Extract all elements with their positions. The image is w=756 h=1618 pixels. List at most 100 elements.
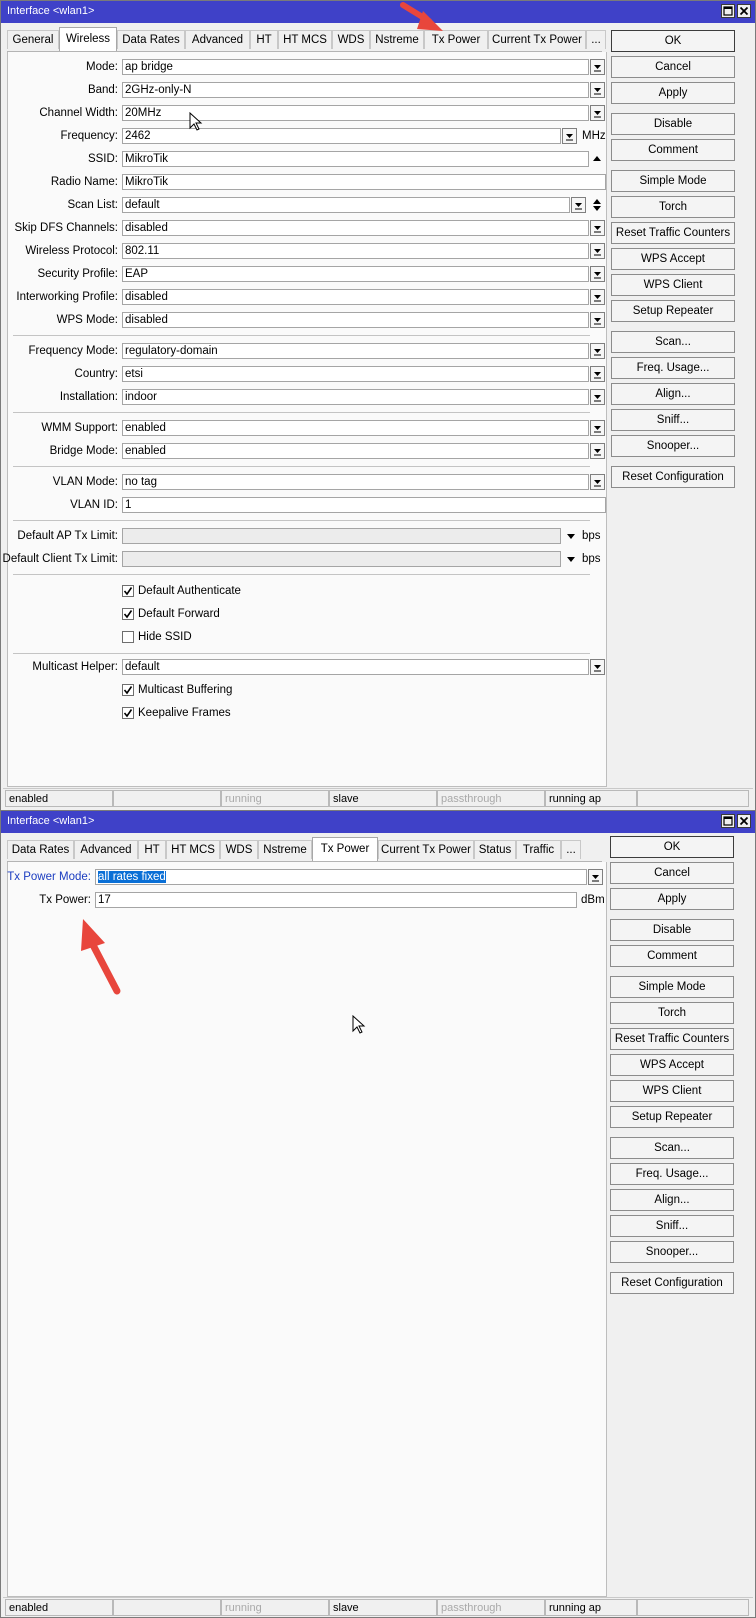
snooper-button[interactable]: Snooper... xyxy=(610,1241,734,1263)
default-authenticate-checkbox[interactable] xyxy=(122,585,134,597)
interworking-profile-select[interactable]: disabled xyxy=(122,289,589,305)
dropdown-arrow-icon[interactable] xyxy=(590,443,605,459)
maximize-icon[interactable] xyxy=(721,4,735,18)
dropdown-arrow-icon[interactable] xyxy=(590,389,605,405)
default-ap-tx-limit-input[interactable] xyxy=(122,528,561,544)
dropdown-arrow-icon[interactable] xyxy=(590,82,605,98)
country-select[interactable]: etsi xyxy=(122,366,589,382)
tab-general[interactable]: General xyxy=(7,30,59,49)
wps-client-button[interactable]: WPS Client xyxy=(611,274,735,296)
dropdown-arrow-icon[interactable] xyxy=(562,128,577,144)
skip-dfs-select[interactable]: disabled xyxy=(122,220,589,236)
scan-button[interactable]: Scan... xyxy=(611,331,735,353)
cancel-button[interactable]: Cancel xyxy=(610,862,734,884)
window-titlebar[interactable]: Interface <wlan1> xyxy=(1,1,755,23)
dropdown-arrow-icon[interactable] xyxy=(590,312,605,328)
snooper-button[interactable]: Snooper... xyxy=(611,435,735,457)
comment-button[interactable]: Comment xyxy=(611,139,735,161)
ok-button[interactable]: OK xyxy=(610,836,734,858)
torch-button[interactable]: Torch xyxy=(610,1002,734,1024)
tab-ht[interactable]: HT xyxy=(250,30,278,49)
tab-ht-mcs[interactable]: HT MCS xyxy=(278,30,332,49)
dropdown-arrow-icon[interactable] xyxy=(590,366,605,382)
tx-power-mode-select[interactable]: all rates fixed xyxy=(95,869,587,885)
dropdown-arrow-icon[interactable] xyxy=(590,343,605,359)
tab-ht[interactable]: HT xyxy=(138,840,166,859)
vlan-id-input[interactable]: 1 xyxy=(122,497,606,513)
reset-configuration-button[interactable]: Reset Configuration xyxy=(611,466,735,488)
tab-more[interactable]: ... xyxy=(586,30,606,49)
sniff-button[interactable]: Sniff... xyxy=(611,409,735,431)
dropdown-arrow-icon[interactable] xyxy=(590,243,605,259)
multicast-buffering-checkbox[interactable] xyxy=(122,684,134,696)
wireless-protocol-select[interactable]: 802.11 xyxy=(122,243,589,259)
tab-wireless[interactable]: Wireless xyxy=(59,27,117,51)
collapse-up-icon[interactable] xyxy=(590,151,605,167)
close-icon[interactable] xyxy=(737,814,751,828)
dropdown-arrow-icon[interactable] xyxy=(571,197,586,213)
mode-select[interactable]: ap bridge xyxy=(122,59,589,75)
tab-data-rates[interactable]: Data Rates xyxy=(117,30,185,49)
installation-select[interactable]: indoor xyxy=(122,389,589,405)
dropdown-arrow-icon[interactable] xyxy=(590,220,605,236)
default-client-tx-limit-input[interactable] xyxy=(122,551,561,567)
scan-button[interactable]: Scan... xyxy=(610,1137,734,1159)
wmm-support-select[interactable]: enabled xyxy=(122,420,589,436)
align-button[interactable]: Align... xyxy=(610,1189,734,1211)
wps-accept-button[interactable]: WPS Accept xyxy=(611,248,735,270)
dropdown-arrow-icon[interactable] xyxy=(564,551,579,567)
close-icon[interactable] xyxy=(737,4,751,18)
setup-repeater-button[interactable]: Setup Repeater xyxy=(611,300,735,322)
freq-usage-button[interactable]: Freq. Usage... xyxy=(611,357,735,379)
dropdown-arrow-icon[interactable] xyxy=(590,289,605,305)
tab-status[interactable]: Status xyxy=(474,840,516,859)
tab-ht-mcs[interactable]: HT MCS xyxy=(166,840,220,859)
align-button[interactable]: Align... xyxy=(611,383,735,405)
reset-traffic-counters-button[interactable]: Reset Traffic Counters xyxy=(610,1028,734,1050)
tab-wds[interactable]: WDS xyxy=(332,30,370,49)
apply-button[interactable]: Apply xyxy=(610,888,734,910)
setup-repeater-button[interactable]: Setup Repeater xyxy=(610,1106,734,1128)
tab-tx-power[interactable]: Tx Power xyxy=(312,837,378,861)
security-profile-select[interactable]: EAP xyxy=(122,266,589,282)
band-select[interactable]: 2GHz-only-N xyxy=(122,82,589,98)
ssid-input[interactable]: MikroTik xyxy=(122,151,589,167)
radio-name-input[interactable]: MikroTik xyxy=(122,174,606,190)
sniff-button[interactable]: Sniff... xyxy=(610,1215,734,1237)
dropdown-arrow-icon[interactable] xyxy=(564,528,579,544)
tab-data-rates[interactable]: Data Rates xyxy=(7,840,74,859)
up-down-arrows-icon[interactable] xyxy=(590,197,605,213)
reset-configuration-button[interactable]: Reset Configuration xyxy=(610,1272,734,1294)
wps-client-button[interactable]: WPS Client xyxy=(610,1080,734,1102)
wps-accept-button[interactable]: WPS Accept xyxy=(610,1054,734,1076)
reset-traffic-counters-button[interactable]: Reset Traffic Counters xyxy=(611,222,735,244)
simple-mode-button[interactable]: Simple Mode xyxy=(611,170,735,192)
tab-current-tx-power[interactable]: Current Tx Power xyxy=(378,840,474,859)
tab-current-tx-power[interactable]: Current Tx Power xyxy=(488,30,586,49)
tab-advanced[interactable]: Advanced xyxy=(185,30,250,49)
simple-mode-button[interactable]: Simple Mode xyxy=(610,976,734,998)
vlan-mode-select[interactable]: no tag xyxy=(122,474,589,490)
bridge-mode-select[interactable]: enabled xyxy=(122,443,589,459)
freq-usage-button[interactable]: Freq. Usage... xyxy=(610,1163,734,1185)
maximize-icon[interactable] xyxy=(721,814,735,828)
dropdown-arrow-icon[interactable] xyxy=(590,266,605,282)
dropdown-arrow-icon[interactable] xyxy=(590,420,605,436)
disable-button[interactable]: Disable xyxy=(610,919,734,941)
dropdown-arrow-icon[interactable] xyxy=(590,59,605,75)
window-titlebar[interactable]: Interface <wlan1> xyxy=(1,811,755,833)
keepalive-frames-checkbox[interactable] xyxy=(122,707,134,719)
torch-button[interactable]: Torch xyxy=(611,196,735,218)
disable-button[interactable]: Disable xyxy=(611,113,735,135)
dropdown-arrow-icon[interactable] xyxy=(590,474,605,490)
ok-button[interactable]: OK xyxy=(611,30,735,52)
tab-wds[interactable]: WDS xyxy=(220,840,258,859)
dropdown-arrow-icon[interactable] xyxy=(590,105,605,121)
multicast-helper-select[interactable]: default xyxy=(122,659,589,675)
tx-power-input[interactable]: 17 xyxy=(95,892,577,908)
dropdown-arrow-icon[interactable] xyxy=(590,659,605,675)
wps-mode-select[interactable]: disabled xyxy=(122,312,589,328)
dropdown-arrow-icon[interactable] xyxy=(588,869,603,885)
tab-traffic[interactable]: Traffic xyxy=(516,840,561,859)
frequency-mode-select[interactable]: regulatory-domain xyxy=(122,343,589,359)
